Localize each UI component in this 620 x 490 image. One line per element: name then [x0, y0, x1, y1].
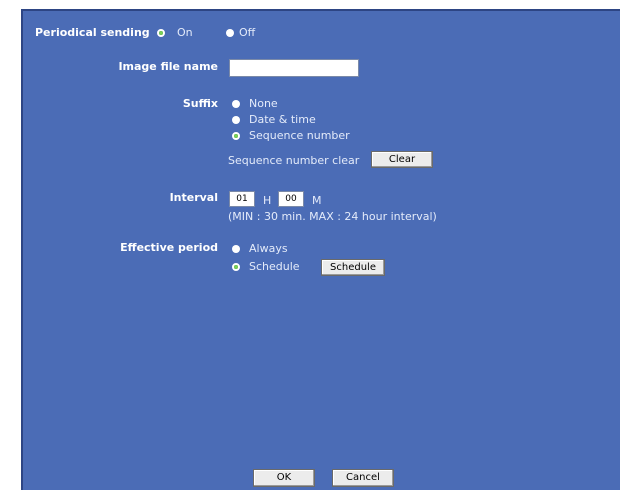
clear-button[interactable]: Clear	[371, 151, 433, 168]
suffix-none-radio[interactable]	[232, 100, 240, 108]
interval-range-note: (MIN : 30 min. MAX : 24 hour interval)	[228, 210, 437, 223]
suffix-label: Suffix	[182, 97, 218, 110]
suffix-sequence-number-radio[interactable]	[232, 132, 240, 140]
effective-period-always-label: Always	[249, 242, 288, 255]
interval-minutes-unit: M	[312, 194, 322, 207]
schedule-button[interactable]: Schedule	[321, 259, 385, 276]
interval-hours-unit: H	[263, 194, 272, 207]
effective-period-schedule-label: Schedule	[249, 260, 300, 273]
periodical-sending-on-label: On	[177, 26, 193, 39]
image-file-name-label: Image file name	[118, 60, 218, 73]
image-file-name-input[interactable]	[229, 59, 359, 77]
effective-period-always-radio[interactable]	[232, 245, 240, 253]
suffix-date-time-radio[interactable]	[232, 116, 240, 124]
interval-minutes-input[interactable]	[278, 191, 304, 207]
interval-label: Interval	[169, 191, 218, 204]
settings-panel: Periodical sending On Off Image file nam…	[21, 9, 620, 461]
cancel-button[interactable]: Cancel	[332, 469, 394, 487]
footer-bar: OK Cancel	[21, 460, 620, 490]
effective-period-schedule-radio[interactable]	[232, 263, 240, 271]
periodical-sending-off-radio[interactable]	[226, 29, 234, 37]
periodical-sending-label: Periodical sending	[35, 26, 150, 39]
interval-hours-input[interactable]	[229, 191, 255, 207]
suffix-date-time-label: Date & time	[249, 113, 316, 126]
ok-button[interactable]: OK	[253, 469, 315, 487]
periodical-sending-on-radio[interactable]	[157, 29, 165, 37]
sequence-number-clear-label: Sequence number clear	[228, 154, 360, 167]
suffix-sequence-number-label: Sequence number	[249, 129, 350, 142]
suffix-none-label: None	[249, 97, 278, 110]
effective-period-label: Effective period	[120, 241, 218, 254]
periodical-sending-off-label: Off	[239, 26, 256, 39]
